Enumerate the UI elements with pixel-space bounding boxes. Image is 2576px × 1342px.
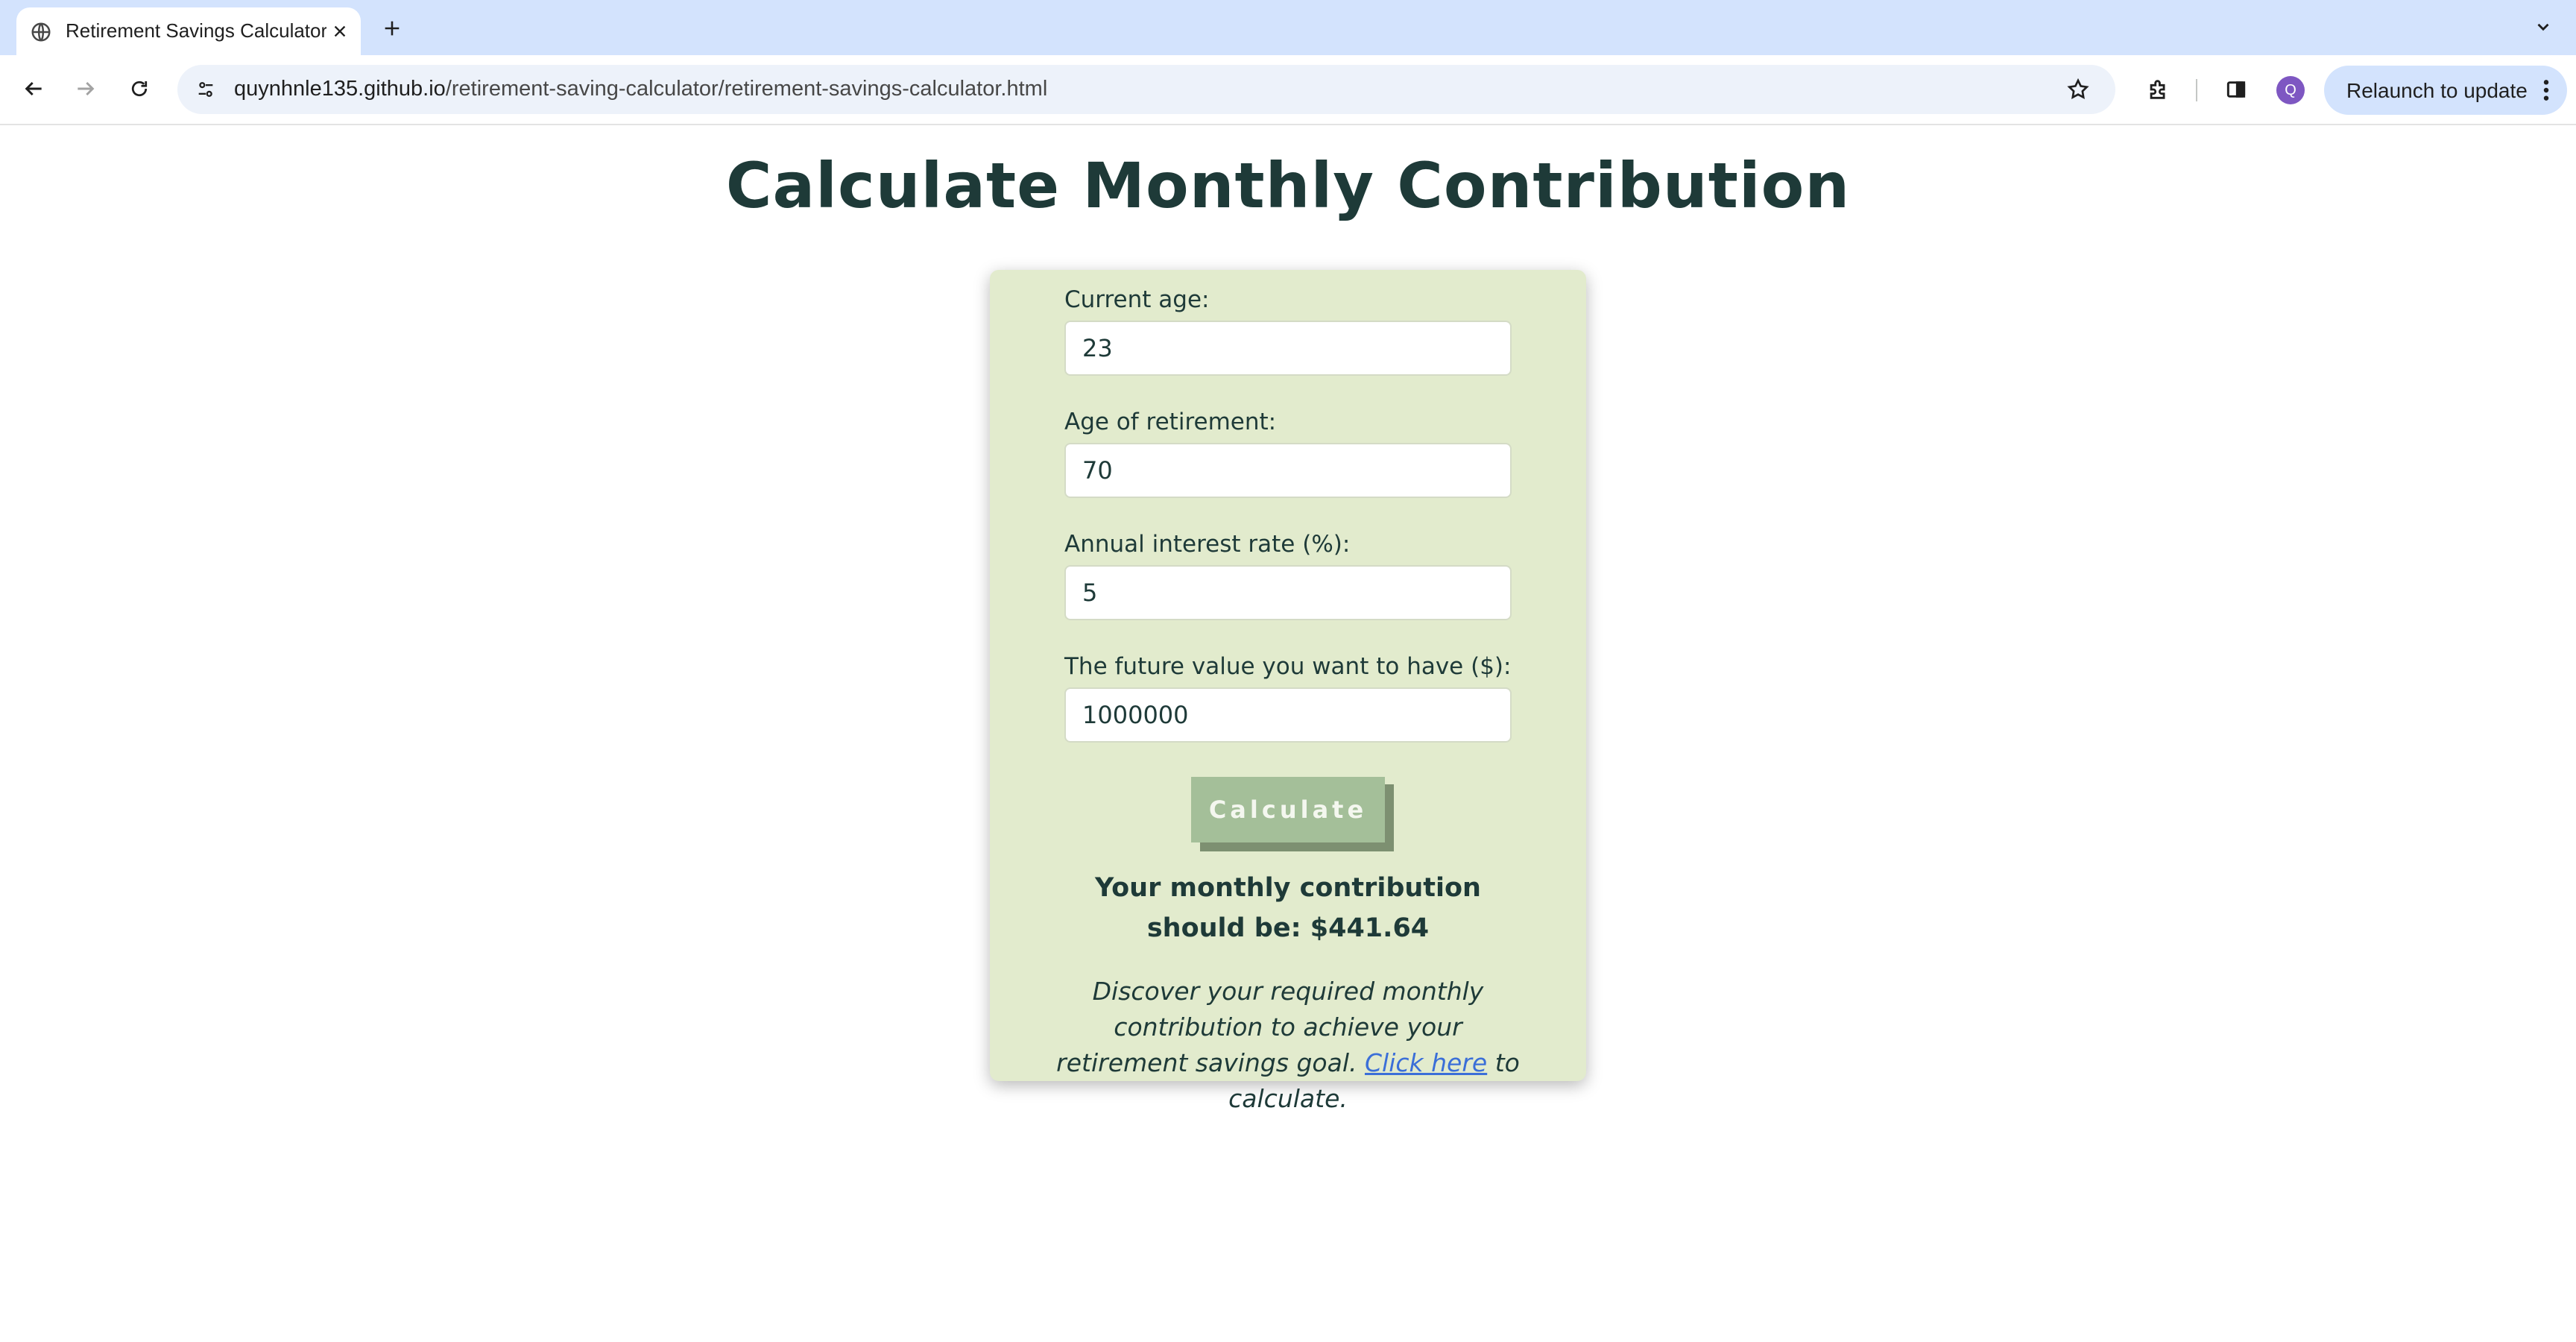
url-path: /retirement-saving-calculator/retirement… [445, 77, 1048, 101]
page-title: Calculate Monthly Contribution [725, 149, 1851, 222]
click-here-link[interactable]: Click here [1365, 1048, 1487, 1077]
info-note: Discover your required monthly contribut… [1049, 974, 1527, 1117]
retirement-age-input[interactable] [1064, 443, 1512, 498]
profile-avatar[interactable]: Q [2276, 76, 2305, 104]
back-arrow-icon[interactable] [16, 72, 51, 106]
interest-rate-label: Annual interest rate (%): [1064, 531, 1351, 558]
star-icon[interactable] [2063, 75, 2093, 104]
globe-icon [30, 21, 52, 43]
future-value-label: The future value you want to have ($): [1064, 653, 1512, 680]
browser-tab[interactable]: Retirement Savings Calculator [16, 7, 361, 55]
future-value-input[interactable] [1064, 687, 1512, 743]
calculate-button[interactable]: Calculate [1191, 777, 1385, 842]
side-panel-icon[interactable] [2220, 73, 2253, 106]
url-host: quynhnle135.github.io [234, 77, 446, 101]
kebab-menu-icon[interactable] [2533, 75, 2560, 106]
tab-bar: Retirement Savings Calculator [0, 0, 2576, 55]
close-icon[interactable] [326, 18, 353, 45]
calculator-card: Current age: Age of retirement: Annual i… [990, 270, 1586, 1113]
browser-toolbar: quynhnle135.github.io/retirement-saving-… [0, 55, 2576, 125]
plus-icon[interactable] [376, 12, 408, 45]
current-age-input[interactable] [1064, 321, 1512, 376]
puzzle-icon[interactable] [2142, 73, 2175, 106]
retirement-age-label: Age of retirement: [1064, 409, 1277, 435]
reload-icon[interactable] [122, 72, 157, 106]
toolbar-divider [2196, 79, 2197, 101]
forward-arrow-icon[interactable] [69, 72, 103, 106]
tune-icon[interactable] [191, 75, 221, 104]
current-age-label: Current age: [1064, 286, 1210, 313]
result-text: Your monthly contribution should be: $44… [1095, 873, 1481, 943]
tab-title: Retirement Savings Calculator [66, 19, 326, 42]
url-text[interactable]: quynhnle135.github.io/retirement-saving-… [234, 77, 1047, 101]
relaunch-button[interactable]: Relaunch to update [2324, 66, 2567, 115]
relaunch-label: Relaunch to update [2346, 79, 2528, 102]
interest-rate-input[interactable] [1064, 565, 1512, 620]
chevron-down-icon[interactable] [2527, 10, 2560, 43]
address-bar[interactable]: quynhnle135.github.io/retirement-saving-… [177, 65, 2115, 114]
